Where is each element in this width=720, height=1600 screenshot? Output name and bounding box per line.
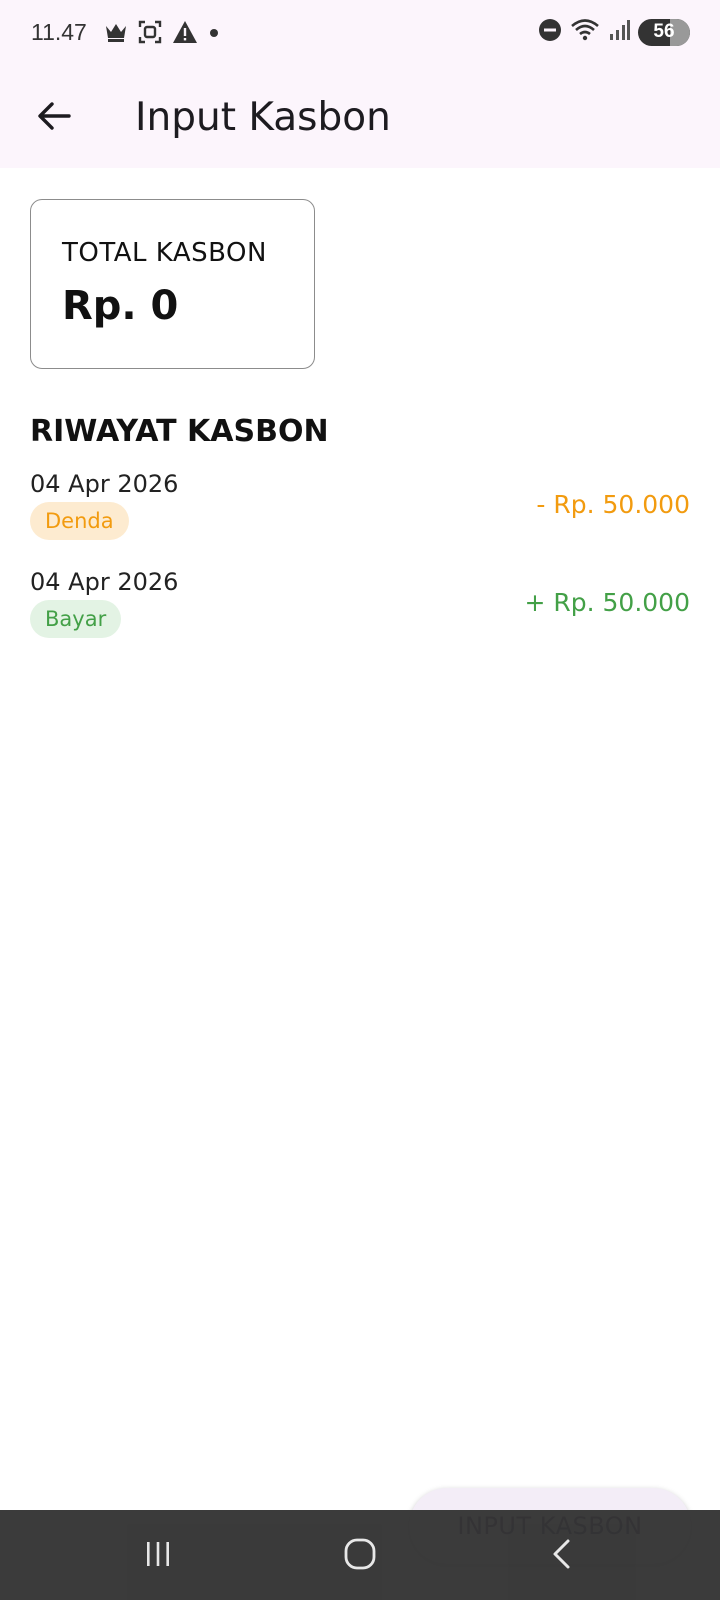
home-icon [343,1537,377,1575]
page-title: Input Kasbon [135,95,391,140]
status-icons-left [104,20,220,48]
recents-icon [143,1540,173,1572]
warning-icon [172,20,198,48]
total-value: Rp. 0 [62,283,179,329]
chevron-left-icon [550,1538,574,1574]
back-nav-button[interactable] [532,1534,592,1578]
history-title: RIWAYAT KASBON [30,414,329,449]
history-date: 04 Apr 2026 [30,568,179,596]
total-kasbon-card: TOTAL KASBON Rp. 0 [30,199,315,369]
status-icons-right: 56 [538,18,690,46]
arrow-left-icon [37,101,71,135]
signal-icon [608,18,630,46]
screenshot-icon [138,20,162,48]
battery-level: 56 [653,21,675,42]
dnd-icon [538,18,562,46]
history-amount: + Rp. 50.000 [524,588,690,617]
history-date: 04 Apr 2026 [30,470,179,498]
back-button[interactable] [30,94,78,142]
history-amount: - Rp. 50.000 [536,490,690,519]
battery-icon: 56 [638,18,690,46]
recents-button[interactable] [128,1534,188,1578]
navigation-bar [0,1510,720,1600]
app-bar: Input Kasbon [0,68,720,168]
wifi-icon [570,18,600,46]
status-badge: Denda [30,502,129,540]
status-time: 11.47 [31,19,87,45]
status-badge: Bayar [30,600,122,638]
status-bar: 11.47 56 [0,0,720,68]
dot-icon [208,20,220,48]
total-label: TOTAL KASBON [62,238,267,268]
history-item[interactable]: 04 Apr 2026 Bayar + Rp. 50.000 [30,568,690,656]
history-item[interactable]: 04 Apr 2026 Denda - Rp. 50.000 [30,470,690,558]
crown-icon [104,21,128,47]
home-button[interactable] [330,1534,390,1578]
